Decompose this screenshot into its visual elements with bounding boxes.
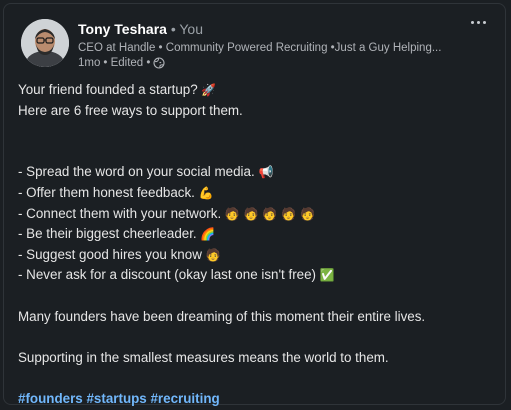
- megaphone-icon: 📢: [258, 165, 274, 180]
- list-item-text: - Never ask for a discount (okay last on…: [18, 267, 317, 283]
- people-icon: 🧑 🧑 🧑 🧑 🧑: [224, 206, 315, 221]
- post-time: 1mo: [78, 57, 101, 69]
- post-paragraph-2: Supporting in the smallest measures mean…: [18, 349, 389, 365]
- list-item: - Offer them honest feedback. 💪: [18, 183, 498, 204]
- hashtag-recruiting[interactable]: #recruiting: [150, 391, 219, 406]
- list-item-text: - Connect them with your network.: [18, 205, 222, 221]
- hashtag-founders[interactable]: #founders: [18, 391, 83, 406]
- post-header: Tony Teshara • You CEO at Handle • Commu…: [18, 17, 488, 69]
- post-body: Your friend founded a startup? 🚀 Here ar…: [18, 80, 498, 410]
- list-item: - Suggest good hires you know 🧑: [18, 245, 498, 266]
- author-headline: CEO at Handle • Community Powered Recrui…: [78, 42, 442, 54]
- avatar[interactable]: [21, 19, 69, 67]
- list-item-text: - Be their biggest cheerleader.: [18, 226, 197, 242]
- list-item-text: - Suggest good hires you know: [18, 246, 202, 262]
- more-horizontal-icon: [470, 20, 474, 24]
- rocket-icon: 🚀: [201, 83, 217, 97]
- more-options-button[interactable]: [465, 14, 491, 30]
- author-you-tag: • You: [166, 21, 204, 37]
- post-intro-line-1: Your friend founded a startup? 🚀: [18, 80, 498, 101]
- profile-photo: [21, 19, 69, 67]
- flexed-biceps-icon: 💪: [198, 185, 214, 200]
- list-item-text: - Spread the word on your social media.: [18, 164, 255, 180]
- post-edited: • Edited •: [103, 57, 151, 69]
- person-icon: 🧑: [205, 247, 221, 262]
- author-line: Tony Teshara • You: [78, 21, 203, 37]
- rainbow-icon: 🌈: [200, 227, 216, 242]
- hashtags: #founders #startups #recruiting: [18, 389, 498, 410]
- post-meta: 1mo • Edited •: [78, 57, 165, 69]
- post-paragraph-1: Many founders have been dreaming of this…: [18, 308, 426, 324]
- list-item: - Spread the word on your social media. …: [18, 162, 498, 183]
- list-item-text: - Offer them honest feedback.: [18, 184, 195, 200]
- author-name[interactable]: Tony Teshara: [78, 21, 167, 37]
- hashtag-startups[interactable]: #startups: [86, 391, 146, 406]
- list-item: - Connect them with your network. 🧑 🧑 🧑 …: [18, 204, 498, 225]
- intro-text: Your friend founded a startup?: [18, 82, 198, 97]
- post-card: Tony Teshara • You CEO at Handle • Commu…: [3, 3, 506, 406]
- globe-icon: [153, 57, 165, 69]
- more-dot: [476, 20, 480, 24]
- more-dot: [482, 20, 486, 24]
- check-mark-icon: ✅: [319, 268, 335, 283]
- list-item: - Be their biggest cheerleader. 🌈: [18, 224, 498, 245]
- list-item: - Never ask for a discount (okay last on…: [18, 265, 498, 286]
- post-intro-line-2: Here are 6 free ways to support them.: [18, 102, 243, 118]
